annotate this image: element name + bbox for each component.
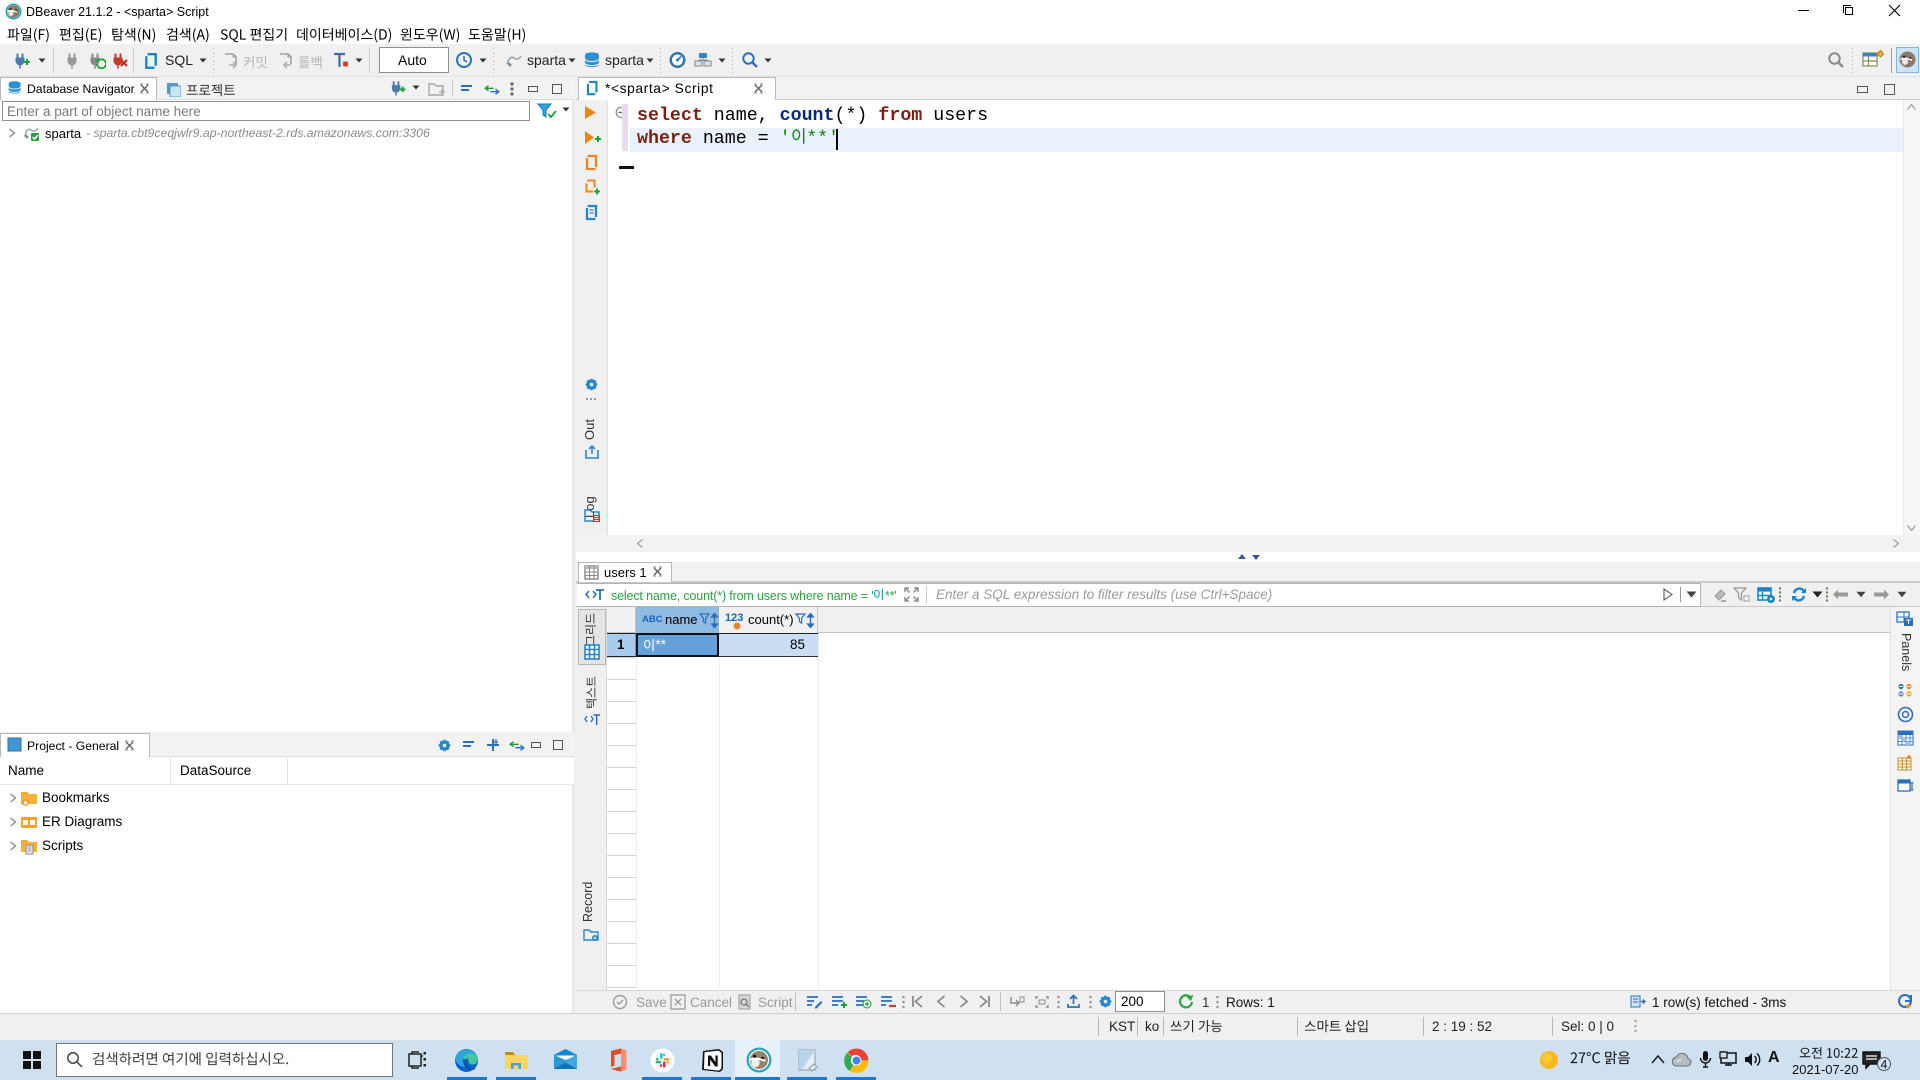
svg-text:4: 4	[1881, 1058, 1888, 1072]
